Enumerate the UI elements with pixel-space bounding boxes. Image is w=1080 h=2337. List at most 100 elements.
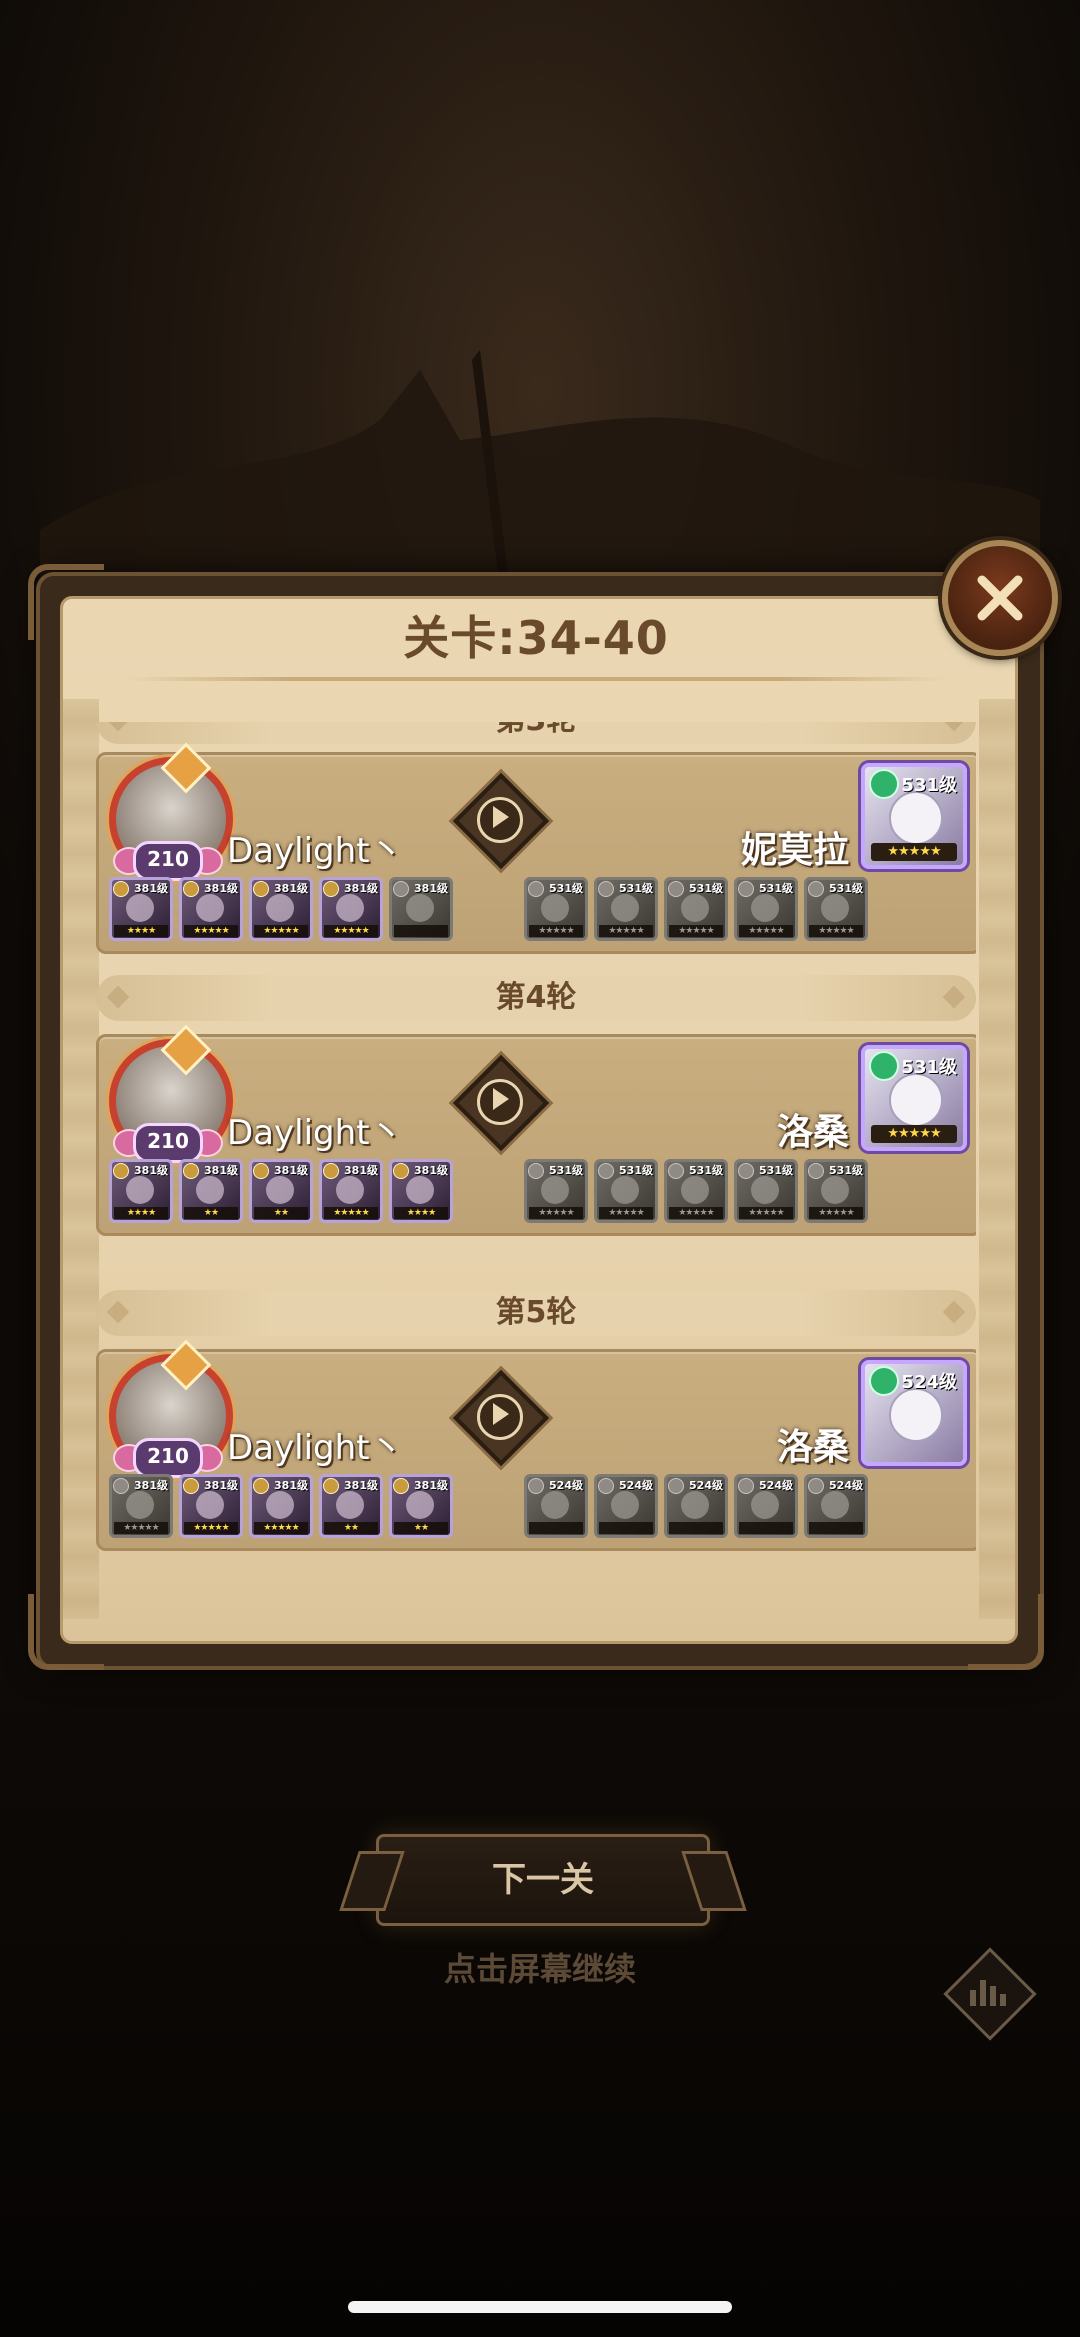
hero-portrait xyxy=(751,1176,779,1204)
faction-icon xyxy=(808,881,824,897)
player-hero-slot[interactable]: 381级 ★★★★★ xyxy=(319,1159,383,1223)
hero-portrait xyxy=(681,1491,709,1519)
frame-border-pattern xyxy=(63,699,99,1619)
enemy-hero-slot[interactable]: 531级 ★★★★★ xyxy=(594,877,658,941)
hero-portrait xyxy=(336,894,364,922)
enemy-hero-slot[interactable]: 531级 ★★★★★ xyxy=(664,1159,728,1223)
enemy-hero-slot[interactable]: 524级 xyxy=(734,1474,798,1538)
enemy-hero-slot[interactable]: 531级 ★★★★★ xyxy=(734,1159,798,1223)
player-hero-slot[interactable]: 381级 xyxy=(389,877,453,941)
player-hero-slot[interactable]: 381级 ★★★★★ xyxy=(179,877,243,941)
hero-level: 531级 xyxy=(689,1164,723,1177)
opponent-portrait[interactable]: 531级 ★★★★★ xyxy=(861,1045,967,1151)
enemy-hero-slot[interactable]: 531级 ★★★★★ xyxy=(524,877,588,941)
faction-icon xyxy=(598,1478,614,1494)
player-hero-slot[interactable]: 381级 ★★★★ xyxy=(109,877,173,941)
opponent-stars: ★★★★★ xyxy=(871,843,957,861)
player-hero-slot[interactable]: 381级 ★★★★★ xyxy=(179,1474,243,1538)
hero-stars: ★★★★★ xyxy=(599,925,653,937)
hero-portrait xyxy=(681,894,709,922)
opponent-level: 524级 xyxy=(901,1372,957,1393)
player-level-badge: 210 xyxy=(133,841,203,881)
hero-level: 381级 xyxy=(134,882,168,895)
player-hero-slot[interactable]: 381级 ★★★★ xyxy=(389,1159,453,1223)
hero-stars: ★★★★★ xyxy=(529,1207,583,1219)
enemy-hero-slot[interactable]: 524级 xyxy=(594,1474,658,1538)
enemy-hero-slot[interactable]: 524级 xyxy=(664,1474,728,1538)
hero-stars: ★★★★★ xyxy=(739,1207,793,1219)
hero-portrait xyxy=(266,1176,294,1204)
battle-card-round-5: 210 Daylight丶 洛桑 524级 381级 ★★★★★ 381级 ★★★★★… xyxy=(96,1339,976,1551)
hero-portrait xyxy=(266,1491,294,1519)
player-hero-slot[interactable]: 381级 ★★★★★ xyxy=(109,1474,173,1538)
hero-stars xyxy=(394,925,448,937)
faction-icon xyxy=(808,1163,824,1179)
opponent-hero-face xyxy=(889,791,943,845)
hero-stars: ★★★★★ xyxy=(809,925,863,937)
hero-portrait xyxy=(751,894,779,922)
hero-stars: ★★★★★ xyxy=(184,925,238,937)
hero-stars: ★★★★★ xyxy=(114,1522,168,1534)
hero-portrait xyxy=(126,894,154,922)
player-hero-slot[interactable]: 381级 ★★★★★ xyxy=(319,877,383,941)
enemy-hero-slot[interactable]: 531级 ★★★★★ xyxy=(594,1159,658,1223)
player-hero-slot[interactable]: 381级 ★★ xyxy=(179,1159,243,1223)
hero-stars xyxy=(809,1522,863,1534)
play-triangle-icon xyxy=(493,1403,509,1425)
rounds-scroll-list[interactable]: 第3轮 210 Daylight丶 妮莫拉 531级 ★★★★★ 381级★★★… xyxy=(96,722,976,1602)
hero-level: 531级 xyxy=(619,882,653,895)
player-hero-slot[interactable]: 381级 ★★ xyxy=(319,1474,383,1538)
home-indicator[interactable] xyxy=(348,2301,732,2313)
player-hero-slot[interactable]: 381级 ★★ xyxy=(249,1159,313,1223)
hero-level: 531级 xyxy=(689,882,723,895)
faction-icon xyxy=(738,1163,754,1179)
hero-portrait xyxy=(406,1491,434,1519)
player-hero-slot[interactable]: 381级 ★★ xyxy=(389,1474,453,1538)
hero-portrait xyxy=(406,1176,434,1204)
opponent-portrait[interactable]: 524级 xyxy=(861,1360,967,1466)
faction-icon xyxy=(668,1163,684,1179)
hero-stars: ★★★★★ xyxy=(809,1207,863,1219)
next-stage-button[interactable]: 下一关 xyxy=(339,1834,747,1926)
hero-level: 524级 xyxy=(619,1479,653,1492)
player-hero-slot[interactable]: 381级 ★★★★★ xyxy=(249,1474,313,1538)
enemy-hero-slot[interactable]: 531级 ★★★★★ xyxy=(804,1159,868,1223)
replay-button[interactable] xyxy=(452,772,550,870)
opponent-portrait[interactable]: 531级 ★★★★★ xyxy=(861,763,967,869)
enemy-hero-slot[interactable]: 531级 ★★★★★ xyxy=(804,877,868,941)
faction-icon xyxy=(598,881,614,897)
hero-stars xyxy=(529,1522,583,1534)
hero-level: 524级 xyxy=(549,1479,583,1492)
faction-icon xyxy=(113,1478,129,1494)
replay-button[interactable] xyxy=(452,1054,550,1152)
avatar-frame-gem-icon xyxy=(160,1339,212,1391)
hero-portrait xyxy=(611,1176,639,1204)
hero-portrait xyxy=(406,894,434,922)
hero-level: 531级 xyxy=(619,1164,653,1177)
hero-level: 381级 xyxy=(204,1164,238,1177)
player-hero-slot[interactable]: 381级 ★★★★ xyxy=(109,1159,173,1223)
enemy-hero-slot[interactable]: 524级 xyxy=(524,1474,588,1538)
hero-stars: ★★★★ xyxy=(114,925,168,937)
play-triangle-icon xyxy=(493,1088,509,1110)
hero-portrait xyxy=(611,894,639,922)
enemy-hero-slot[interactable]: 531级 ★★★★★ xyxy=(524,1159,588,1223)
close-button[interactable] xyxy=(942,540,1058,656)
hero-level: 381级 xyxy=(414,882,448,895)
replay-button[interactable] xyxy=(452,1369,550,1467)
player-name: Daylight丶 xyxy=(227,831,404,871)
hero-level: 531级 xyxy=(829,1164,863,1177)
hero-level: 381级 xyxy=(344,1164,378,1177)
diamond-ornament-icon xyxy=(942,985,966,1009)
opponent-hero-face xyxy=(889,1073,943,1127)
opponent-level: 531级 xyxy=(901,775,957,796)
opponent-name: 洛桑 xyxy=(776,1112,849,1153)
battle-stats-button[interactable] xyxy=(943,1947,1037,2041)
hero-portrait xyxy=(126,1491,154,1519)
player-hero-slot[interactable]: 381级 ★★★★★ xyxy=(249,877,313,941)
round-label: 第3轮 xyxy=(496,722,577,738)
enemy-hero-slot[interactable]: 531级 ★★★★★ xyxy=(734,877,798,941)
enemy-hero-slot[interactable]: 531级 ★★★★★ xyxy=(664,877,728,941)
enemy-hero-slot[interactable]: 524级 xyxy=(804,1474,868,1538)
diamond-ornament-icon xyxy=(942,722,966,732)
